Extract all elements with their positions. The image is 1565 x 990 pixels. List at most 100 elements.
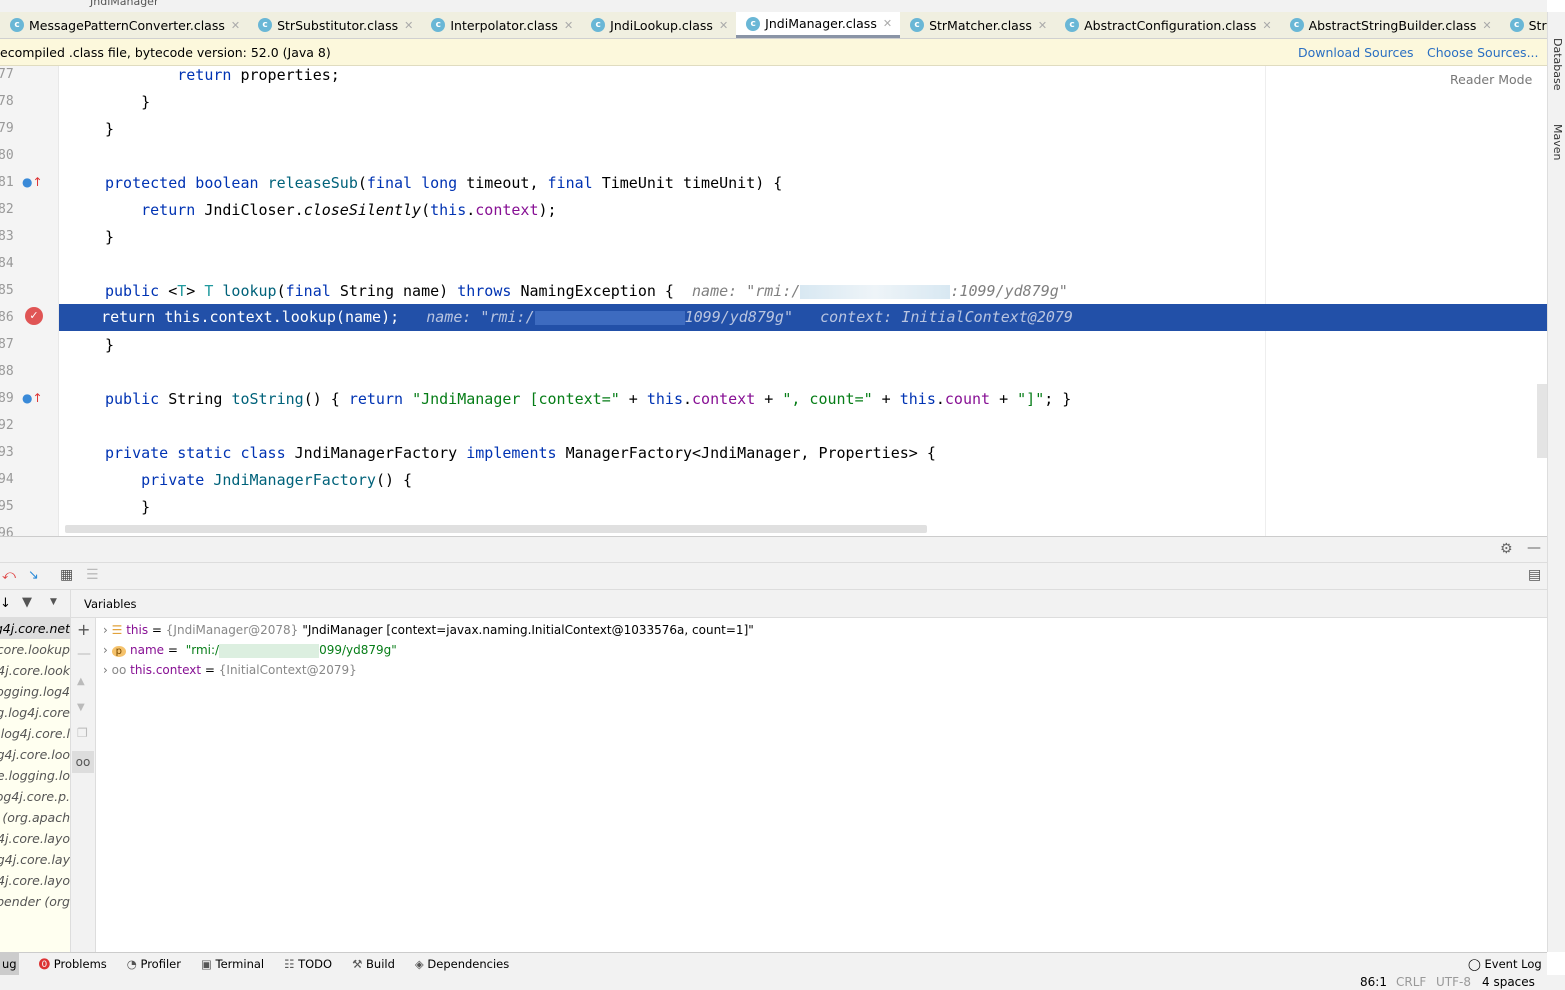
breakpoint-icon[interactable]: ✓ xyxy=(25,307,43,325)
line-separator[interactable]: CRLF xyxy=(1396,975,1426,990)
tool-window-terminal[interactable]: ▣ Terminal xyxy=(201,957,264,971)
stack-frame[interactable]: i.core.lookup xyxy=(0,639,70,660)
tool-window-profiler[interactable]: ◔ Profiler xyxy=(127,957,181,971)
stack-frame[interactable]: og4j.core.loo xyxy=(0,744,70,765)
evaluate-expression-icon[interactable]: ▦ xyxy=(60,567,73,583)
variable-row[interactable]: › p name = "rmi:/ 099/yd879g" xyxy=(103,640,397,660)
stack-frame[interactable]: r (org.apach xyxy=(0,807,70,828)
variable-row[interactable]: › oo this.context = {InitialContext@2079… xyxy=(103,660,357,680)
line-number: 81 xyxy=(0,175,14,190)
tab-2[interactable]: c Interpolator.class ✕ xyxy=(421,12,581,38)
override-icon[interactable]: ●↑ xyxy=(22,391,43,405)
chevron-down-icon[interactable]: ▼ xyxy=(50,597,57,607)
tab-3[interactable]: c JndiLookup.class ✕ xyxy=(581,12,736,38)
tab-1[interactable]: c StrSubstitutor.class ✕ xyxy=(248,12,421,38)
gear-icon[interactable]: ⚙ xyxy=(1500,541,1513,557)
tab-label: Interpolator.class xyxy=(450,17,558,33)
close-icon[interactable]: ✕ xyxy=(404,19,413,32)
code-token: T xyxy=(204,282,223,300)
caret-position[interactable]: 86:1 xyxy=(1360,975,1387,990)
code-token: } xyxy=(105,120,115,138)
tab-6[interactable]: c AbstractConfiguration.class ✕ xyxy=(1055,12,1279,38)
code-token: < xyxy=(168,282,178,300)
tab-4[interactable]: c JndiManager.class ✕ xyxy=(736,12,901,38)
remove-icon[interactable]: — xyxy=(77,646,91,662)
close-icon[interactable]: ✕ xyxy=(883,17,892,30)
watches-toggle-icon[interactable]: oo xyxy=(72,751,94,773)
line-number: 89 xyxy=(0,391,14,406)
code-token: () { xyxy=(303,390,349,408)
code-token: count xyxy=(944,390,991,408)
variables-label: Variables xyxy=(84,597,137,611)
class-icon: c xyxy=(910,18,925,32)
stack-frame[interactable]: g.log4j.core.l xyxy=(0,723,70,744)
stack-frame[interactable]: g4j.core.layo xyxy=(0,870,70,891)
stack-frame[interactable]: logging.log4 xyxy=(0,681,70,702)
tool-window-dependencies[interactable]: ◈ Dependencies xyxy=(415,957,509,971)
download-sources-link[interactable]: Download Sources xyxy=(1298,39,1414,66)
expand-chevron-icon[interactable]: › xyxy=(103,623,112,637)
close-icon[interactable]: ✕ xyxy=(1482,19,1491,32)
close-icon[interactable]: ✕ xyxy=(1038,19,1047,32)
override-icon[interactable]: ●↑ xyxy=(22,175,43,189)
encoding[interactable]: UTF-8 xyxy=(1436,975,1471,990)
breadcrumb[interactable]: JndiManager xyxy=(0,0,1547,12)
tool-window-todo[interactable]: ☷ TODO xyxy=(284,957,332,971)
trace-icon[interactable]: ☰ xyxy=(86,567,99,583)
indent[interactable]: 4 spaces xyxy=(1482,975,1535,990)
maven-tool-button[interactable]: Maven xyxy=(1551,124,1564,160)
stack-frame[interactable]: he.logging.lo xyxy=(0,765,70,786)
tool-window-problems[interactable]: ⓿ Problems xyxy=(39,956,107,972)
expand-chevron-icon[interactable]: › xyxy=(103,643,112,657)
tab-5[interactable]: c StrMatcher.class ✕ xyxy=(900,12,1055,38)
stack-frame[interactable]: g4j.core.layo xyxy=(0,828,70,849)
reader-mode-button[interactable]: Reader Mode xyxy=(1450,72,1532,87)
tab-7[interactable]: c AbstractStringBuilder.class ✕ xyxy=(1280,12,1500,38)
stack-frame[interactable]: pender (org xyxy=(0,891,70,912)
layout-icon[interactable]: ▤ xyxy=(1528,567,1541,583)
drop-frame-icon[interactable]: ⤺ xyxy=(2,568,16,583)
stack-frame[interactable]: .log4j.core.p xyxy=(0,786,70,807)
run-to-cursor-icon[interactable]: ↘ xyxy=(28,568,39,583)
code-token: ManagerFactory<JndiManager, Properties> … xyxy=(565,444,936,462)
line-number: 96 xyxy=(0,526,14,536)
code-token: closeSilently xyxy=(303,201,422,219)
stack-frame[interactable]: g4j.core.net. xyxy=(0,618,70,639)
frames-list[interactable]: ↓ ▼ ▼ g4j.core.net.i.core.lookup4j.core.… xyxy=(0,590,71,952)
code-token: + xyxy=(872,390,900,408)
filter-icon[interactable]: ▼ xyxy=(22,595,32,610)
stack-frame[interactable]: og4j.core.lay xyxy=(0,849,70,870)
horizontal-scrollbar[interactable] xyxy=(65,525,927,533)
tool-window-label: Dependencies xyxy=(427,957,510,971)
add-icon[interactable]: + xyxy=(77,620,90,639)
database-tool-button[interactable]: Database xyxy=(1551,38,1564,91)
choose-sources-link[interactable]: Choose Sources... xyxy=(1427,39,1539,66)
tool-window-label: Build xyxy=(366,957,395,971)
arrow-down-icon[interactable]: ↓ xyxy=(0,596,11,611)
close-icon[interactable]: ✕ xyxy=(564,19,573,32)
minimize-icon[interactable]: — xyxy=(1527,540,1541,556)
code-line: } xyxy=(105,224,114,251)
tab-8[interactable]: cStringBuilder.c✕ xyxy=(1500,12,1547,38)
copy-icon[interactable]: ❐ xyxy=(77,726,88,740)
tool-window-ug[interactable]: ug xyxy=(0,953,19,975)
vertical-scrollbar[interactable] xyxy=(1537,384,1547,458)
close-icon[interactable]: ✕ xyxy=(1262,19,1271,32)
variable-row[interactable]: › ☰ this = {JndiManager@2078} "JndiManage… xyxy=(103,620,754,640)
close-icon[interactable]: ✕ xyxy=(231,19,240,32)
up-icon[interactable]: ▲ xyxy=(77,676,85,687)
event-log-label: Event Log xyxy=(1484,957,1542,971)
code-editor[interactable]: 77 return properties; 78 } 79} 80 81 protecte… xyxy=(0,66,1547,536)
stack-frame[interactable]: 4j.core.look xyxy=(0,660,70,681)
code-token: > xyxy=(186,282,205,300)
stack-frame[interactable]: ng.log4j.core xyxy=(0,702,70,723)
close-icon[interactable]: ✕ xyxy=(719,19,728,32)
expand-chevron-icon[interactable]: › xyxy=(103,663,112,677)
right-margin xyxy=(1265,66,1266,536)
class-icon: c xyxy=(1289,18,1304,32)
tab-0[interactable]: c MessagePatternConverter.class ✕ xyxy=(0,12,248,38)
tool-window-build[interactable]: ⚒ Build xyxy=(352,957,395,971)
down-icon[interactable]: ▼ xyxy=(77,702,85,713)
event-log-button[interactable]: ◯ Event Log xyxy=(1468,957,1542,971)
